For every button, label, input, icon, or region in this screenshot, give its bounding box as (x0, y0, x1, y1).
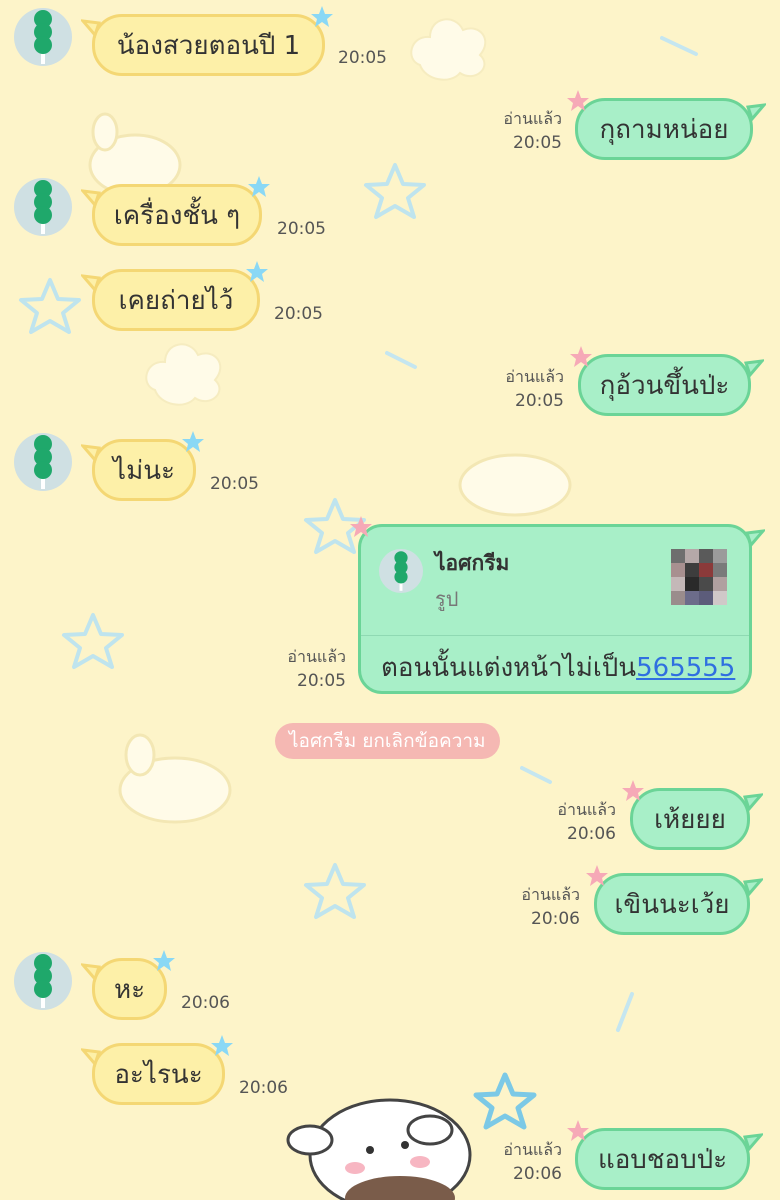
message-text: กุอ้วนขึ้นป่ะ (599, 370, 730, 401)
message-time: 20:06 (531, 909, 580, 929)
green-dango-icon (34, 10, 52, 64)
read-label: อ่านแล้ว (521, 885, 580, 904)
incoming-message-bubble[interactable]: น้องสวยตอนปี 1 (81, 6, 333, 76)
message-text: ตอนนั้นแต่งหน้าไม่เป็น565555 (381, 647, 735, 688)
pink-star-icon (622, 780, 644, 801)
read-receipt: อ่านแล้ว 20:06 (480, 1137, 562, 1187)
message-time: 20:05 (513, 133, 562, 153)
green-dango-icon (34, 954, 52, 1008)
quoted-photo-thumbnail[interactable] (671, 549, 727, 605)
star-outline-decoration (19, 278, 81, 334)
message-link[interactable]: 565555 (636, 653, 735, 683)
blue-star-icon (153, 950, 175, 971)
sparkle-decoration (520, 766, 552, 784)
blue-star-icon (311, 6, 333, 27)
blue-star-icon (248, 176, 270, 197)
message-text: ไม่นะ (113, 455, 175, 486)
pink-star-icon (567, 90, 589, 111)
contact-avatar[interactable] (14, 433, 72, 491)
star-outline-decoration (62, 613, 124, 669)
incoming-message-bubble[interactable]: ไม่นะ (81, 431, 204, 501)
sparkle-decoration (616, 992, 634, 1032)
cloud-decoration (410, 18, 487, 81)
blue-star-icon (182, 431, 204, 452)
message-time: 20:05 (277, 219, 326, 239)
message-text: หะ (113, 974, 146, 1005)
incoming-message-bubble[interactable]: อะไรนะ (81, 1035, 233, 1105)
star-outline-decoration (473, 1072, 537, 1130)
dog-character-decoration (118, 733, 232, 824)
quoted-message[interactable]: ไอศกรีม รูป (361, 527, 749, 636)
green-dango-icon (394, 551, 408, 591)
contact-avatar[interactable] (14, 952, 72, 1010)
read-receipt: อ่านแล้ว 20:05 (262, 644, 346, 694)
contact-avatar[interactable] (14, 8, 72, 66)
message-text: แอบชอบป่ะ (597, 1144, 728, 1175)
message-text: น้องสวยตอนปี 1 (116, 30, 301, 61)
pink-star-icon (586, 865, 608, 886)
message-time: 20:06 (567, 824, 616, 844)
message-time: 20:05 (338, 48, 387, 68)
unsend-notice: ไอศกรีม ยกเลิกข้อความ (275, 723, 500, 759)
message-text: เขินนะเว้ย (614, 889, 730, 920)
read-receipt: อ่านแล้ว 20:06 (534, 797, 616, 847)
read-receipt: อ่านแล้ว 20:05 (482, 364, 564, 414)
message-text: อะไรนะ (114, 1059, 203, 1090)
message-time: 20:05 (274, 304, 323, 324)
outgoing-message-bubble[interactable]: เห้ยยย (622, 780, 763, 850)
incoming-message-bubble[interactable]: เคยถ่ายไว้ (81, 261, 268, 331)
reply-message-bubble[interactable]: ไอศกรีม รูป ตอนนั้นแต่งหน้าไม่เป็น565555 (350, 516, 765, 694)
sparkle-decoration (385, 351, 417, 369)
message-text: เห้ยยย (654, 804, 726, 835)
outgoing-message-bubble[interactable]: เขินนะเว้ย (586, 865, 763, 935)
quoted-sender-name: ไอศกรีม (435, 551, 510, 575)
star-outline-decoration (304, 863, 366, 919)
read-label: อ่านแล้ว (503, 1140, 562, 1159)
green-dango-icon (34, 435, 52, 489)
green-dango-icon (34, 180, 52, 234)
message-time: 20:06 (513, 1164, 562, 1184)
read-receipt: อ่านแล้ว 20:06 (498, 882, 580, 932)
cloud-decoration (145, 343, 222, 406)
incoming-message-bubble[interactable]: หะ (81, 950, 175, 1020)
message-text: เคยถ่ายไว้ (118, 285, 234, 316)
star-outline-decoration (364, 163, 426, 219)
incoming-message-bubble[interactable]: เครื่องชั้น ๆ (81, 176, 270, 246)
pink-star-icon (567, 1120, 589, 1141)
read-label: อ่านแล้ว (505, 367, 564, 386)
reply-body-text: ตอนนั้นแต่งหน้าไม่เป็น (381, 653, 637, 683)
message-time: 20:06 (181, 993, 230, 1013)
contact-avatar[interactable] (14, 178, 72, 236)
message-text: เครื่องชั้น ๆ (113, 200, 241, 231)
message-time: 20:06 (239, 1078, 288, 1098)
read-label: อ่านแล้ว (287, 647, 346, 666)
read-receipt: อ่านแล้ว 20:05 (480, 106, 562, 156)
sparkle-decoration (660, 36, 698, 56)
read-label: อ่านแล้ว (503, 109, 562, 128)
message-time: 20:05 (515, 391, 564, 411)
message-time: 20:05 (210, 474, 259, 494)
dog-character-decoration (458, 453, 572, 517)
outgoing-message-bubble[interactable]: แอบชอบป่ะ (567, 1120, 763, 1190)
message-time: 20:05 (297, 671, 346, 691)
quoted-message-type: รูป (435, 587, 459, 611)
pink-star-icon (570, 346, 592, 367)
dog-sticker-decoration (286, 1098, 472, 1200)
message-text: กุถามหน่อย (599, 114, 729, 145)
blue-star-icon (211, 1035, 233, 1056)
blue-star-icon (246, 261, 268, 282)
read-label: อ่านแล้ว (557, 800, 616, 819)
outgoing-message-bubble[interactable]: กุอ้วนขึ้นป่ะ (570, 346, 764, 416)
outgoing-message-bubble[interactable]: กุถามหน่อย (567, 90, 766, 160)
quoted-avatar (379, 549, 423, 593)
